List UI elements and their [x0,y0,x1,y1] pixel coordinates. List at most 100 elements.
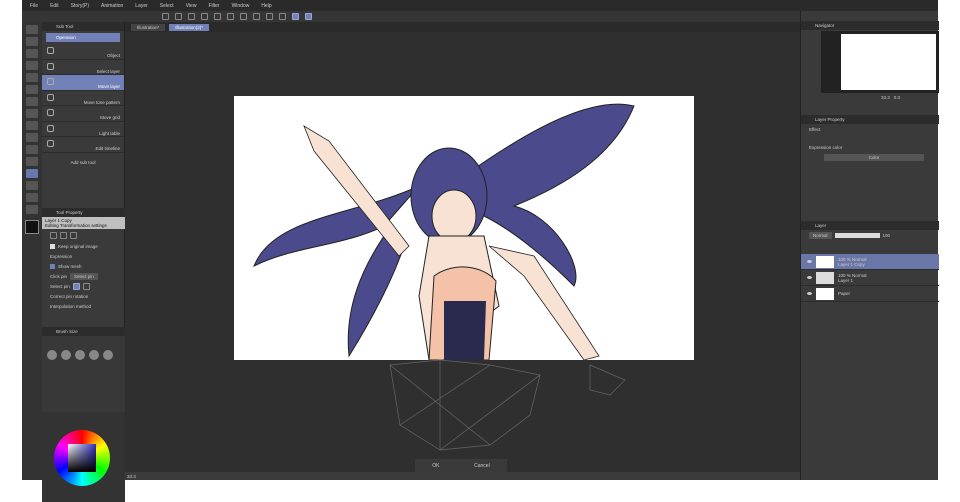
brush-tool-icon[interactable] [26,61,38,70]
timeline-icon [47,140,54,147]
opacity-slider[interactable] [834,232,880,238]
clear-icon[interactable] [227,13,234,20]
canvas-paper[interactable] [234,96,694,361]
ok-button[interactable]: OK [432,463,439,469]
select-icon[interactable] [305,13,312,20]
hand-tool-icon[interactable] [26,205,38,214]
brush-size-option[interactable] [89,350,99,360]
menu-filter[interactable]: Filter [208,3,219,9]
save-icon[interactable] [188,13,195,20]
menu-edit[interactable]: Edit [50,3,59,9]
transform-mesh[interactable] [380,355,630,455]
layer-thumbnail [816,271,834,284]
navigator-angle[interactable]: 0.0 [894,95,900,100]
fill-tool-icon[interactable] [26,109,38,118]
eraser-tool-icon[interactable] [26,85,38,94]
brush-size-tab[interactable]: Brush Size [42,327,125,336]
pin-mode-icon[interactable] [72,282,80,290]
subtool-light-table[interactable]: Light table [42,122,124,137]
text-tool-icon[interactable] [26,181,38,190]
cancel-button[interactable]: Cancel [474,463,490,469]
menu-view[interactable]: View [186,3,197,9]
expression-color-select[interactable]: Color [824,153,924,161]
subtool-move-layer[interactable]: Move layer [42,75,124,91]
navigator-tab[interactable]: Navigator [801,21,939,30]
sub-tool-tab[interactable]: Sub Tool [42,22,124,31]
undo-icon[interactable] [201,13,208,20]
eye-icon[interactable] [807,260,812,263]
subtool-object[interactable]: Object [42,44,124,60]
blend-tool-icon[interactable] [26,97,38,106]
transform-icon[interactable] [240,13,247,20]
keep-original-checkbox[interactable]: Keep original image [42,241,125,251]
subtool-edit-timeline[interactable]: Edit timeline [42,137,124,153]
layer-property-tab[interactable]: Layer Property [801,115,939,124]
scale-icon[interactable] [60,231,67,239]
layer-tab[interactable]: Layer [801,221,939,230]
layer-property-panel: Layer Property Effect Expression color C… [801,115,939,162]
color-wheel-panel [42,412,125,502]
layer-row[interactable]: 100 % Normal Layer 1 [801,270,939,286]
lasso-tool-icon[interactable] [26,145,38,154]
click-pin-select[interactable]: Select pin [70,272,98,280]
menu-window[interactable]: Window [232,3,250,9]
zoom-tool-icon[interactable] [26,25,38,34]
pin-add-icon[interactable] [82,282,90,290]
subtool-move-grid[interactable]: Move grid [42,106,124,122]
mesh-mode-icon[interactable] [50,231,57,239]
layer-panel: Layer Normal 100 100 % Normal Layer 1 Copy… [801,221,939,302]
tab-illustration[interactable]: Illustration* [131,23,166,31]
interpolation-method[interactable]: Interpolation method [42,301,125,311]
transform-confirm-bar: OK Cancel [415,459,507,473]
opacity-value[interactable]: 100 [883,233,891,238]
menu-story[interactable]: Story(P) [71,3,89,9]
open-icon[interactable] [175,13,182,20]
show-mesh-checkbox[interactable]: Show mesh [42,261,125,271]
tab-illustration-2[interactable]: Illustration(2)* [169,23,210,31]
main-color-swatch[interactable] [25,220,39,234]
mesh-icon[interactable] [292,13,299,20]
tool-property-tab[interactable]: Tool Property [42,208,125,217]
snap-icon[interactable] [266,13,273,20]
subtool-select-layer[interactable]: Select layer [42,60,124,75]
redo-icon[interactable] [214,13,221,20]
status-zoom[interactable]: 33.3 [127,474,136,479]
balloon-tool-icon[interactable] [26,193,38,202]
brush-size-option[interactable] [103,350,113,360]
brush-size-option[interactable] [75,350,85,360]
correct-pin-rotation-button[interactable]: Correct pin rotation [42,291,125,301]
layer-row[interactable]: Paper [801,286,939,302]
fill-icon[interactable] [253,13,260,20]
figure-tool-icon[interactable] [26,133,38,142]
rotate-icon[interactable] [70,231,77,239]
eye-icon[interactable] [807,292,812,295]
sub-tool-group[interactable]: Operation [46,33,120,42]
brush-size-option[interactable] [47,350,57,360]
airbrush-tool-icon[interactable] [26,73,38,82]
subtool-move-tone-pattern[interactable]: Move tone pattern [42,91,124,106]
layer-row[interactable]: 100 % Normal Layer 1 Copy [801,254,939,270]
menu-file[interactable]: File [30,3,38,9]
navigator-zoom[interactable]: 33.3 [881,95,890,100]
ruler-icon[interactable] [279,13,286,20]
tool-palette [22,22,42,480]
blend-mode-select[interactable]: Normal [809,231,832,239]
move-icon [47,109,54,116]
color-wheel[interactable] [54,430,110,486]
operation-tool-icon[interactable] [26,169,38,178]
add-sub-tool-button[interactable]: Add sub tool [42,153,124,171]
expression-field[interactable]: Expression [42,251,125,261]
menu-select[interactable]: Select [160,3,174,9]
brush-size-option[interactable] [61,350,71,360]
pencil-tool-icon[interactable] [26,49,38,58]
menu-help[interactable]: Help [261,3,271,9]
new-icon[interactable] [162,13,169,20]
menu-animation[interactable]: Animation [101,3,123,9]
pen-tool-icon[interactable] [26,37,38,46]
wand-tool-icon[interactable] [26,157,38,166]
menu-layer[interactable]: Layer [135,3,148,9]
color-square[interactable] [68,444,96,472]
gradient-tool-icon[interactable] [26,121,38,130]
navigator-preview[interactable] [821,31,939,93]
eye-icon[interactable] [807,276,812,279]
